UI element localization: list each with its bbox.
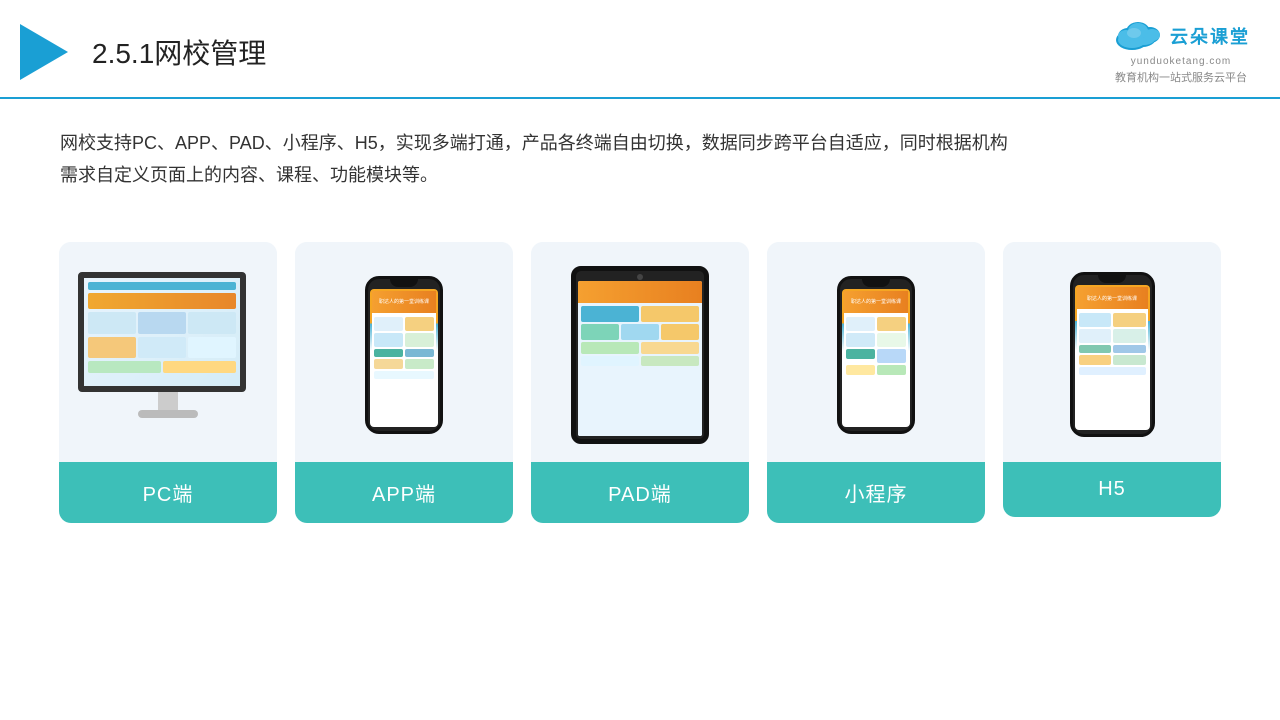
card-pc: PC端 bbox=[59, 242, 277, 523]
tablet-pad-icon bbox=[571, 266, 709, 444]
card-app: 职达人的第一堂训练课 bbox=[295, 242, 513, 523]
page-header: 2.5.1网校管理 云朵课堂 yunduoketang.com 教育 bbox=[0, 0, 1280, 99]
card-pc-label: PC端 bbox=[59, 462, 277, 523]
phone-app-icon: 职达人的第一堂训练课 bbox=[365, 276, 443, 434]
phone-h5-icon: 职达人的第一堂训练课 bbox=[1070, 272, 1155, 437]
phone-mini-icon: 职达人的第一堂训练课 bbox=[837, 276, 915, 434]
card-app-label: APP端 bbox=[295, 462, 513, 523]
logo-text-en: yunduoketang.com bbox=[1131, 56, 1232, 67]
header-left: 2.5.1网校管理 bbox=[20, 24, 266, 80]
cards-container: PC端 职达人的第一堂训练课 bbox=[0, 212, 1280, 543]
logo-area: 云朵课堂 yunduoketang.com 教育机构一站式服务云平台 bbox=[1112, 18, 1250, 85]
card-h5-label: H5 bbox=[1003, 462, 1221, 517]
card-miniprogram: 职达人的第一堂训练课 bbox=[767, 242, 985, 523]
cloud-icon bbox=[1112, 18, 1164, 54]
logo-text-cn: 云朵课堂 bbox=[1170, 23, 1250, 49]
description-line2: 需求自定义页面上的内容、课程、功能模块等。 bbox=[60, 159, 1220, 191]
logo-cloud: 云朵课堂 bbox=[1112, 18, 1250, 54]
card-pad: PAD端 bbox=[531, 242, 749, 523]
card-pc-image bbox=[59, 242, 277, 462]
card-app-image: 职达人的第一堂训练课 bbox=[295, 242, 513, 462]
card-miniprogram-label: 小程序 bbox=[767, 462, 985, 523]
card-pad-image bbox=[531, 242, 749, 462]
play-icon bbox=[20, 24, 68, 80]
logo-slogan: 教育机构一站式服务云平台 bbox=[1115, 69, 1247, 85]
card-h5-image: 职达人的第一堂训练课 bbox=[1003, 242, 1221, 462]
card-pad-label: PAD端 bbox=[531, 462, 749, 523]
description-block: 网校支持PC、APP、PAD、小程序、H5，实现多端打通，产品各终端自由切换，数… bbox=[0, 99, 1280, 202]
card-h5: 职达人的第一堂训练课 bbox=[1003, 242, 1221, 517]
card-miniprogram-image: 职达人的第一堂训练课 bbox=[767, 242, 985, 462]
page-title: 2.5.1网校管理 bbox=[92, 32, 266, 72]
description-line1: 网校支持PC、APP、PAD、小程序、H5，实现多端打通，产品各终端自由切换，数… bbox=[60, 127, 1220, 159]
pc-monitor-icon bbox=[78, 272, 258, 437]
